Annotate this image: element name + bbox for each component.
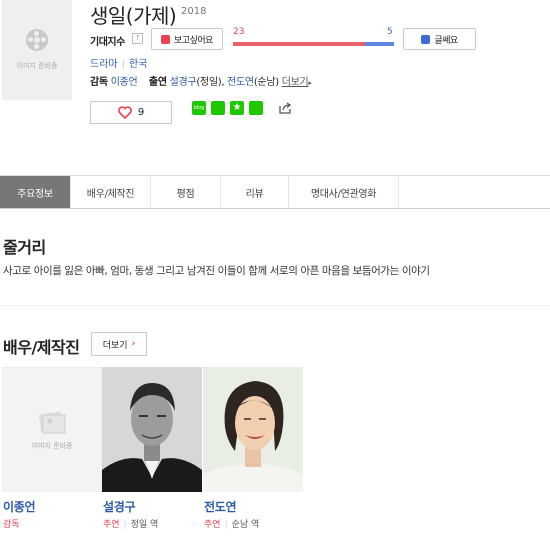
poster-placeholder: 이미지 준비중 — [2, 0, 72, 100]
cast-role: 주연 | 순남 역 — [204, 517, 259, 530]
want-bar — [233, 42, 365, 46]
movie-year: 2018 — [181, 6, 207, 17]
cast-name[interactable]: 전도연 — [204, 498, 237, 515]
chevron-right-icon: ▸ — [308, 79, 312, 87]
divider — [0, 305, 550, 306]
movie-title: 생일(가제) — [90, 4, 177, 28]
cast-label: 출연 — [148, 77, 167, 88]
tab-main-info[interactable]: 주요정보 — [0, 176, 71, 208]
cast-role-type: 감독 — [3, 520, 20, 530]
blog-share-icon[interactable]: blog — [192, 101, 206, 115]
tab-quotes-related[interactable]: 명대사/연관영화 — [289, 176, 399, 208]
cast-photo-sul-kyung-gu[interactable] — [102, 367, 202, 492]
genre-link[interactable]: 드라마 — [90, 59, 118, 70]
share-icon[interactable] — [278, 101, 292, 115]
cast-link-1[interactable]: 설경구 — [170, 77, 197, 88]
cast-character: 순남 역 — [231, 520, 260, 530]
cast-section-title: 배우/제작진 — [3, 338, 80, 357]
not-want-bar — [365, 42, 394, 46]
credits-line: 감독 이종언 출연 설경구(정일), 전도연(순남) 더보기▸ — [90, 73, 312, 88]
star-share-icon[interactable]: ★ — [230, 101, 244, 115]
cast-role-type: 주연 — [204, 520, 221, 530]
poster-placeholder-text: 이미지 준비중 — [16, 62, 58, 70]
want-to-see-button[interactable]: 보고싶어요 — [151, 28, 223, 50]
not-want-count: 5 — [387, 27, 393, 37]
cast-name[interactable]: 설경구 — [103, 498, 136, 515]
divider: | — [123, 520, 127, 530]
cast-photo-placeholder[interactable]: 이미지 준비중 — [2, 367, 102, 492]
not-sure-label: 글쎄요 — [434, 35, 458, 46]
tab-bar: 주요정보 배우/제작진 평점 리뷰 명대사/연관영화 — [0, 175, 550, 209]
expectation-label: 기대지수 — [90, 37, 125, 48]
genre-list: 드라마 | 한국 — [90, 55, 147, 70]
film-reel-icon — [26, 29, 48, 51]
synopsis-text: 사고로 아이를 잃은 아빠, 엄마, 동생 그리고 남겨진 이들이 함께 서로의… — [3, 265, 430, 277]
credits-more-link[interactable]: 더보기 — [282, 77, 309, 88]
cast-photo-placeholder-text: 이미지 준비중 — [31, 441, 73, 450]
thumbs-up-icon — [161, 34, 171, 44]
cast-link-2[interactable]: 전도연 — [227, 77, 254, 88]
band-share-icon[interactable] — [249, 101, 263, 115]
tab-rating[interactable]: 평점 — [151, 176, 221, 208]
tab-review[interactable]: 리뷰 — [221, 176, 289, 208]
cast-photo-jeon-do-yeon[interactable] — [203, 367, 303, 492]
cast-name[interactable]: 이종언 — [3, 498, 36, 515]
cast-role: 감독 — [3, 517, 20, 530]
like-count: 9 — [137, 107, 145, 118]
divider: | — [224, 520, 228, 530]
cast-more-button[interactable]: 더보기 › — [91, 332, 147, 356]
image-placeholder-icon — [38, 411, 66, 433]
country-link[interactable]: 한국 — [129, 59, 147, 70]
divider: | — [121, 59, 125, 70]
want-to-see-label: 보고싶어요 — [174, 35, 213, 46]
talk-share-icon[interactable] — [211, 101, 225, 115]
thumbs-down-icon — [421, 34, 431, 44]
not-sure-button[interactable]: 글쎄요 — [403, 28, 476, 50]
cast-role-1: (정일), — [196, 77, 225, 88]
cast-character: 정일 역 — [130, 520, 159, 530]
director-link[interactable]: 이종언 — [111, 77, 138, 88]
tab-cast-crew[interactable]: 배우/제작진 — [71, 176, 151, 208]
cast-more-label: 더보기 — [102, 340, 128, 351]
help-icon[interactable]: ? — [132, 33, 143, 44]
synopsis-title: 줄거리 — [3, 238, 46, 257]
chevron-right-icon: › — [131, 339, 136, 349]
want-count: 23 — [233, 27, 245, 37]
like-button[interactable]: 9 — [90, 101, 172, 124]
cast-role-2: (순남) — [253, 77, 279, 88]
director-label: 감독 — [90, 77, 108, 88]
cast-role: 주연 | 정일 역 — [103, 517, 158, 530]
cast-role-type: 주연 — [103, 520, 120, 530]
heart-icon — [117, 106, 132, 119]
